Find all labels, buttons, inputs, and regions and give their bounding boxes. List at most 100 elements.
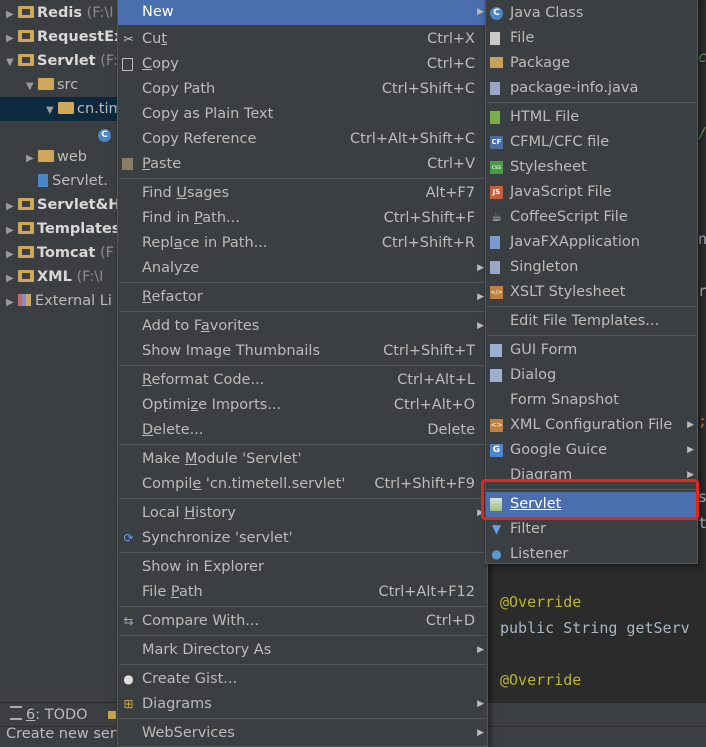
menu-item-find-in-path[interactable]: Find in Path... Ctrl+Shift+F [118,206,487,231]
menu-item-compile-cn-timetell-servlet[interactable]: Compile 'cn.timetell.servlet' Ctrl+Shift+… [118,472,487,497]
submenu-item-listener[interactable]: ● Listener [486,542,697,567]
submenu-item-package-info-java[interactable]: package-info.java [486,76,697,101]
menu-item-compare-with[interactable]: ⇆ Compare With... Ctrl+D [118,609,487,634]
tree-item[interactable]: ▼ Servlet (F: [0,49,130,73]
menu-separator [487,335,696,336]
collapsed-arrow-icon[interactable]: ▶ [6,291,18,315]
collapsed-arrow-icon[interactable]: ▶ [6,3,18,27]
tree-item-label: Templates [37,221,121,237]
java-class-icon: C [490,7,503,20]
menu-item-copy[interactable]: Copy Ctrl+C [118,52,487,77]
menu-item-mark-directory-as[interactable]: Mark Directory As ▶ [118,638,487,663]
collapsed-arrow-icon[interactable]: ▶ [6,267,18,291]
menu-item-optimize-imports[interactable]: Optimize Imports... Ctrl+Alt+O [118,393,487,418]
tree-item[interactable]: ▶ Templates [0,217,130,241]
submenu-item-file[interactable]: File [486,26,697,51]
menu-item-label: Copy Path [142,81,216,97]
menu-separator [119,606,486,607]
submenu-item-xml-configuration-file[interactable]: <> XML Configuration File ▶ [486,413,697,438]
submenu-item-form-snapshot[interactable]: Form Snapshot [486,388,697,413]
sync-icon: ⟳ [123,531,134,545]
menu-item-show-in-explorer[interactable]: Show in Explorer [118,555,487,580]
code-line: @Override [500,593,582,611]
tree-item[interactable]: ▶ Redis (F:\I [0,1,130,25]
tree-item[interactable]: ▼ src [0,73,130,97]
expanded-arrow-icon[interactable]: ▼ [6,51,18,75]
submenu-item-javascript-file[interactable]: JS JavaScript File [486,180,697,205]
menu-item-find-usages[interactable]: Find Usages Alt+F7 [118,181,487,206]
menu-item-label: Compile 'cn.timetell.servlet' [142,476,346,492]
submenu-item-singleton[interactable]: Singleton [486,255,697,280]
menu-item-replace-in-path[interactable]: Replace in Path... Ctrl+Shift+R [118,231,487,256]
menu-item-label: Form Snapshot [510,392,619,408]
code-line: ; [698,412,706,430]
submenu-item-edit-file-templates[interactable]: Edit File Templates... [486,309,697,334]
submenu-item-dialog[interactable]: Dialog [486,363,697,388]
collapsed-arrow-icon[interactable]: ▶ [6,27,18,51]
menu-item-add-to-favorites[interactable]: Add to Favorites ▶ [118,314,487,339]
menu-item-make-module-servlet[interactable]: Make Module 'Servlet' [118,447,487,472]
collapsed-arrow-icon[interactable]: ▶ [6,243,18,267]
menu-item-paste[interactable]: Paste Ctrl+V [118,152,487,177]
cfml-icon: CF [490,136,503,149]
submenu-item-google-guice[interactable]: G Google Guice ▶ [486,438,697,463]
submenu-item-cfml-cfc-file[interactable]: CF CFML/CFC file [486,130,697,155]
scissors-icon: ✂ [123,32,134,46]
menu-item-analyze[interactable]: Analyze ▶ [118,256,487,281]
tree-item[interactable]: ▶ web [0,145,130,169]
tree-item[interactable]: ▶ Tomcat (F [0,241,130,265]
menu-item-shortcut: Ctrl+Shift+R [381,235,475,251]
submenu-item-package[interactable]: Package [486,51,697,76]
menu-item-shortcut: Ctrl+Shift+F [383,210,475,226]
submenu-item-javafxapplication[interactable]: JavaFXApplication [486,230,697,255]
library-icon [18,294,31,306]
menu-item-label: HTML File [510,109,580,125]
tree-item[interactable]: Servlet. [0,169,130,193]
tree-item[interactable]: ▶ Servlet&H [0,193,130,217]
tree-item[interactable]: ▶ RequestEx [0,25,130,49]
menu-item-delete[interactable]: Delete... Delete [118,418,487,443]
menu-item-copy-path[interactable]: Copy Path Ctrl+Shift+C [118,77,487,102]
submenu-item-stylesheet[interactable]: css Stylesheet [486,155,697,180]
tree-item[interactable]: C [0,121,130,145]
submenu-item-coffeescript-file[interactable]: ☕ CoffeeScript File [486,205,697,230]
expanded-arrow-icon[interactable]: ▼ [46,99,58,123]
menu-item-create-gist[interactable]: ● Create Gist... [118,667,487,692]
expanded-arrow-icon[interactable]: ▼ [26,75,38,99]
class-icon: C [98,129,111,142]
submenu-item-html-file[interactable]: HTML File [486,105,697,130]
menu-item-webservices[interactable]: WebServices ▶ [118,721,487,746]
menu-item-new[interactable]: New ▶ [118,0,487,25]
tree-item[interactable]: ▼ cn.tim [0,97,130,121]
submenu-item-xslt-stylesheet[interactable]: </> XSLT Stylesheet [486,280,697,305]
menu-separator [119,282,486,283]
tree-item[interactable]: ▶ External Li [0,289,130,313]
menu-item-file-path[interactable]: File Path Ctrl+Alt+F12 [118,580,487,605]
collapsed-arrow-icon[interactable]: ▶ [26,147,38,171]
submenu-arrow-icon: ▶ [687,420,694,430]
menu-separator [119,552,486,553]
menu-item-shortcut: Alt+F7 [425,185,475,201]
paste-icon [122,158,133,170]
collapsed-arrow-icon[interactable]: ▶ [6,219,18,243]
menu-item-local-history[interactable]: Local History ▶ [118,501,487,526]
menu-item-refactor[interactable]: Refactor ▶ [118,285,487,310]
collapsed-arrow-icon[interactable]: ▶ [6,195,18,219]
menu-item-reformat-code[interactable]: Reformat Code... Ctrl+Alt+L [118,368,487,393]
xml-icon: <> [490,419,503,432]
submenu-item-filter[interactable]: ▼ Filter [486,517,697,542]
menu-item-shortcut: Ctrl+Shift+T [383,343,475,359]
tree-item-label: src [57,77,79,93]
menu-item-cut[interactable]: ✂ Cut Ctrl+X [118,27,487,52]
submenu-item-java-class[interactable]: C Java Class [486,1,697,26]
menu-item-copy-reference[interactable]: Copy Reference Ctrl+Alt+Shift+C [118,127,487,152]
menu-item-diagrams[interactable]: ⊞ Diagrams ▶ [118,692,487,717]
menu-item-show-image-thumbnails[interactable]: Show Image Thumbnails Ctrl+Shift+T [118,339,487,364]
tree-item[interactable]: ▶ XML (F:\I [0,265,130,289]
submenu-item-gui-form[interactable]: GUI Form [486,338,697,363]
todo-tab[interactable]: 6: TODO [10,706,88,723]
menu-item-copy-as-plain-text[interactable]: Copy as Plain Text [118,102,487,127]
tree-item-label: cn.tim [77,101,123,117]
status-text: Create new serv [6,726,125,742]
menu-item-synchronize-servlet[interactable]: ⟳ Synchronize 'servlet' [118,526,487,551]
